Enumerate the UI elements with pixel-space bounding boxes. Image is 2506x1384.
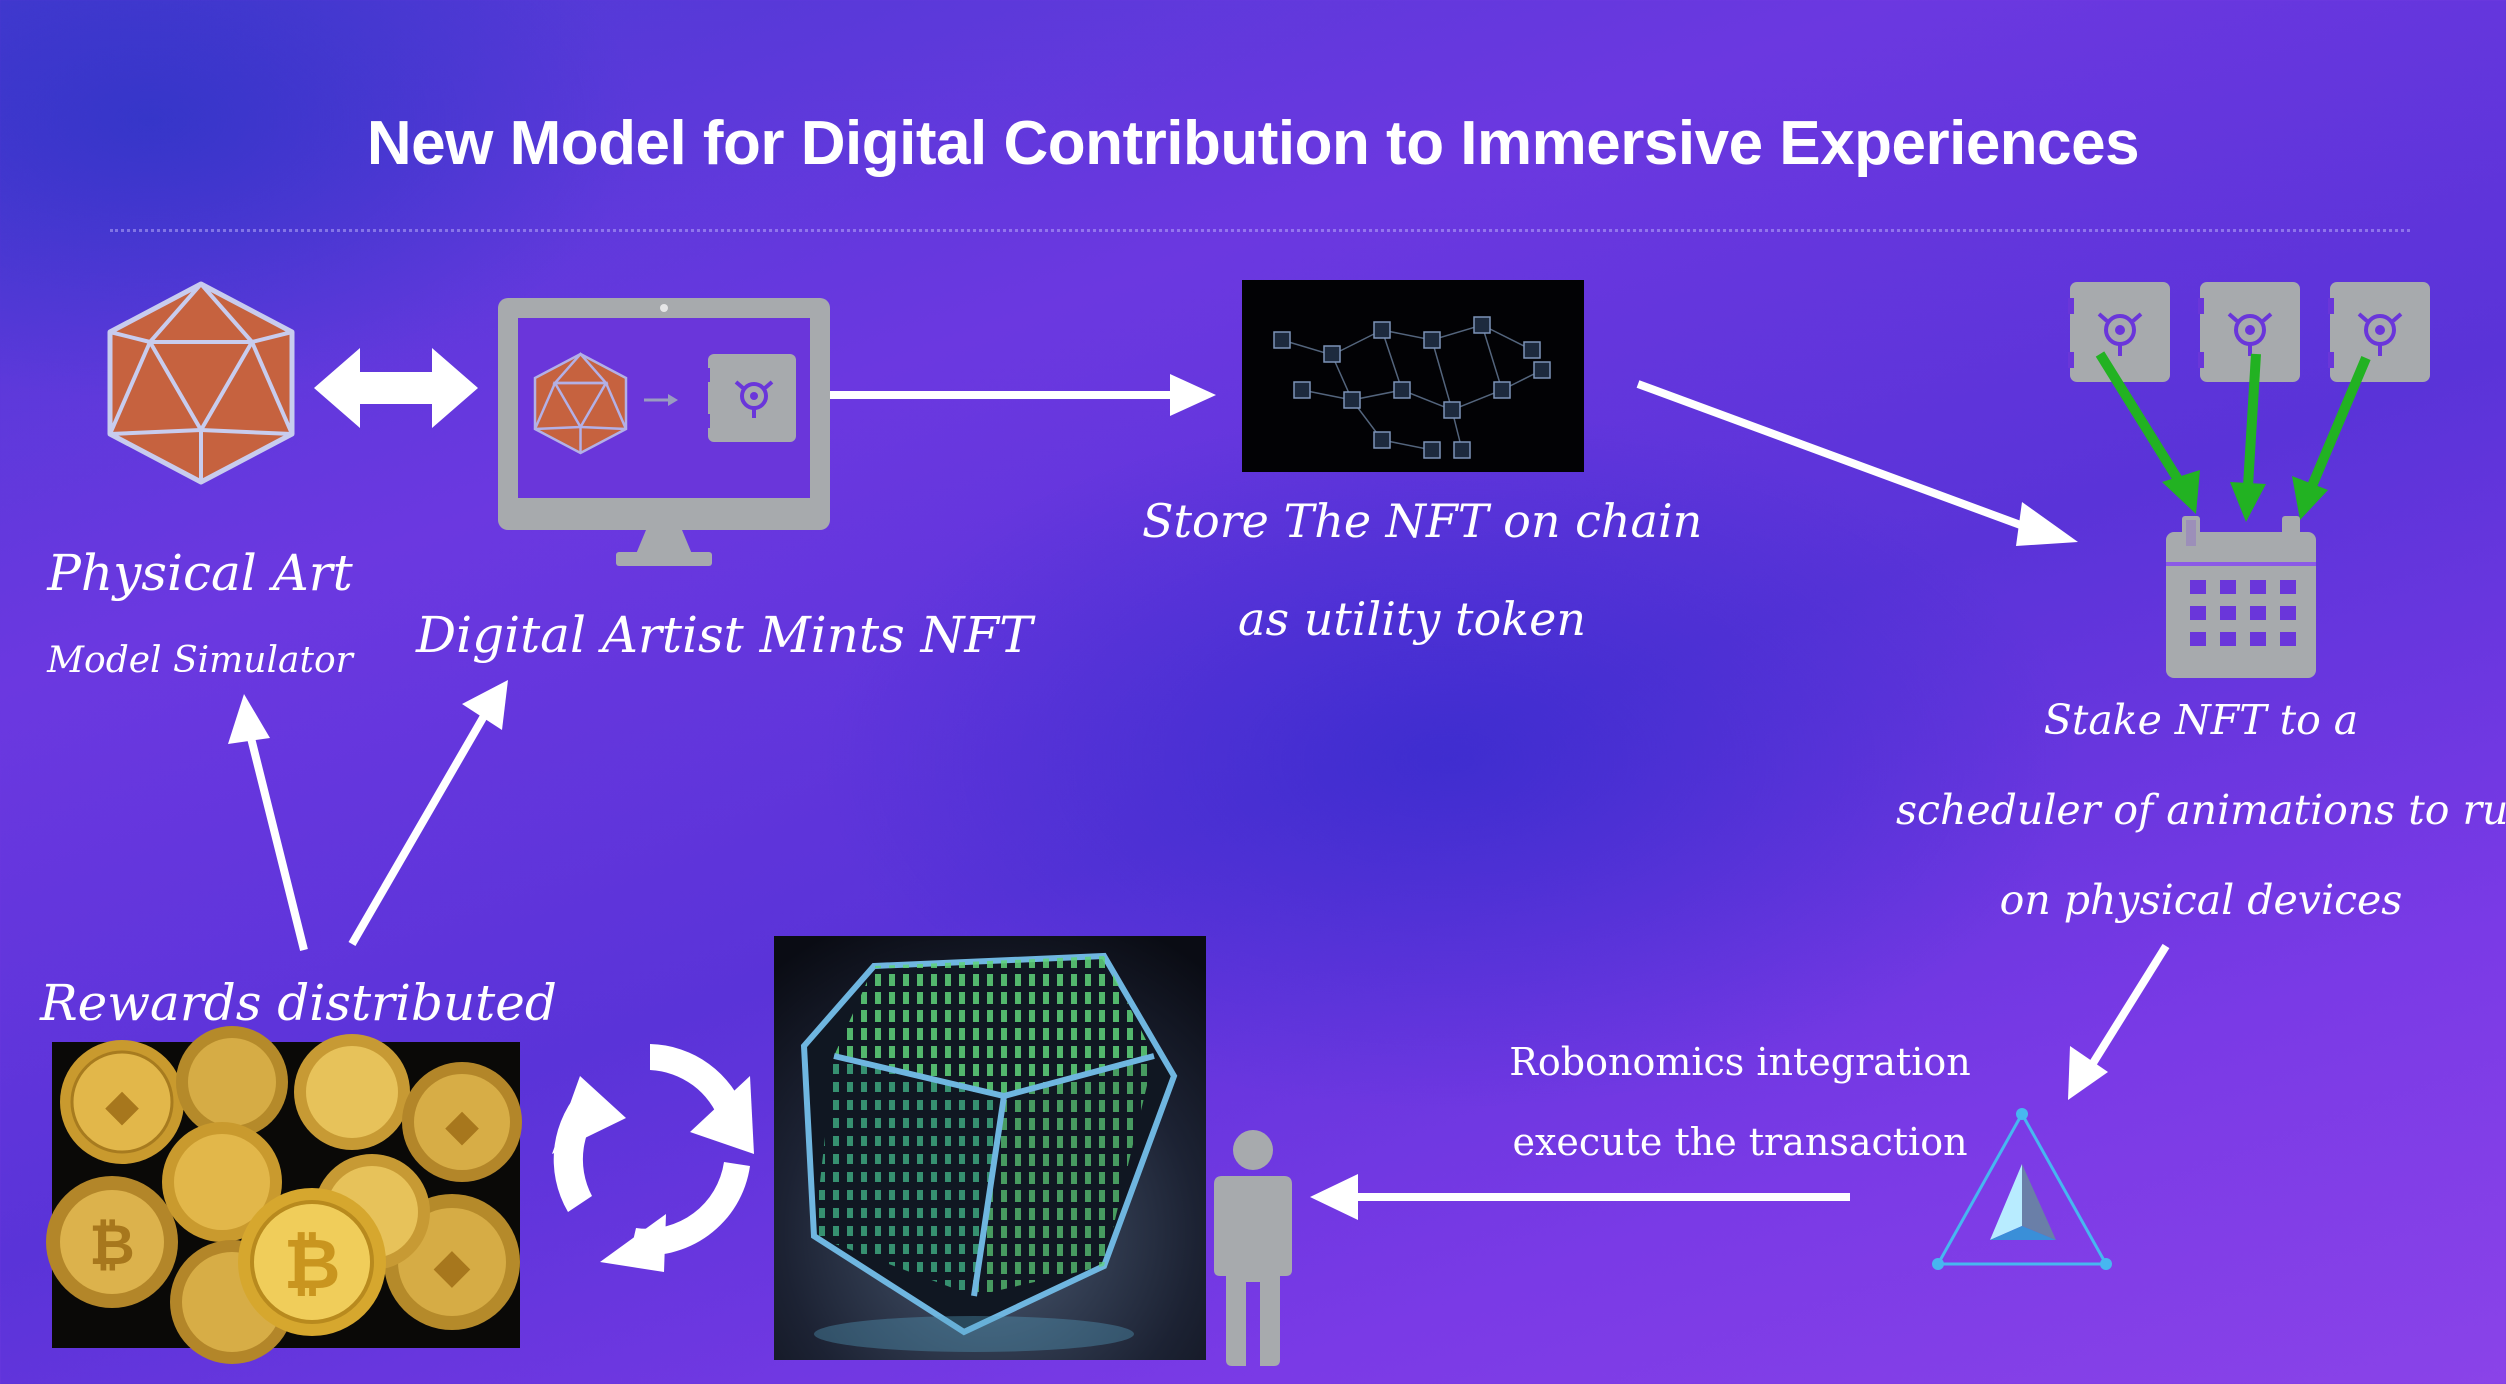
arrow-to-physical-art [228,694,308,951]
double-arrow-icon [314,348,478,428]
icosahedron-icon [107,281,295,485]
led-device-image [774,936,1206,1360]
store-chain-line1: Store The NFT on chain [1142,494,1703,548]
digital-artist-label: Digital Artist Mints NFT [416,606,1033,664]
store-chain-line2: as utility token [1238,592,1586,646]
rewards-label: Rewards distributed [40,974,557,1032]
svg-text:◆: ◆ [105,1080,139,1131]
physical-art-title: Physical Art [47,544,353,602]
arrow-to-robonomics [2068,943,2170,1100]
blockchain-image [1242,280,1584,472]
arrow-to-user [1310,1174,1850,1220]
page-title: New Model for Digital Contribution to Im… [366,109,2140,178]
calendar-icon [2166,516,2316,678]
robonomics-line1: Robonomics integration [1509,1040,1971,1084]
svg-text:₿: ₿ [283,1223,340,1305]
arrow-to-scheduler [1636,380,2078,546]
person-icon [1214,1130,1292,1366]
svg-text:◆: ◆ [445,1100,479,1151]
stake-line1: Stake NFT to a [2043,696,2359,744]
svg-text:₿: ₿ [89,1213,135,1278]
physical-art-subtitle: Model Simulator [47,640,353,681]
robonomics-line2: execute the transaction [1512,1120,1968,1164]
arrow-to-digital-artist [348,680,508,947]
stake-line2: scheduler of animations to run [1896,786,2506,834]
arrow-to-chain [830,374,1216,416]
crypto-coins-image: ₿ ◆ ◆ ◆ ₿ [46,1026,522,1364]
refresh-cycle-icon [552,1044,754,1272]
monitor-icon [498,298,830,566]
svg-text:◆: ◆ [434,1238,471,1294]
stake-line3: on physical devices [1999,876,2403,924]
green-stake-arrows [2095,351,2371,522]
title-divider [110,229,2410,232]
